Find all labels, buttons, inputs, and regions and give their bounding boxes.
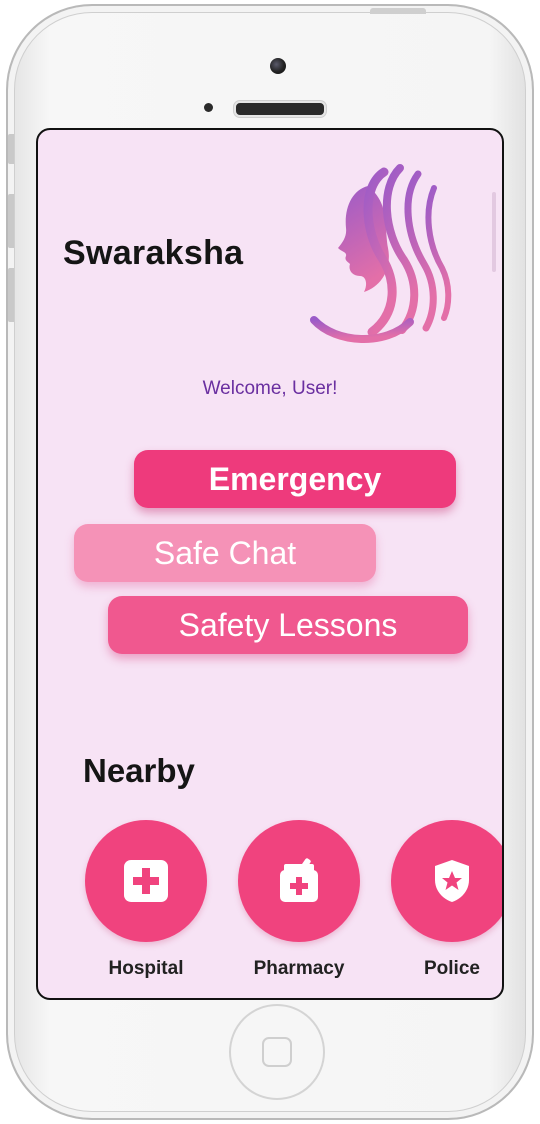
volume-down-button [8, 268, 14, 322]
nearby-label: Pharmacy [253, 958, 345, 979]
nearby-label: Police [424, 958, 480, 979]
volume-up-button [8, 194, 14, 248]
proximity-sensor [204, 103, 213, 112]
mute-switch [8, 134, 14, 164]
nearby-police[interactable]: Police [391, 820, 502, 980]
welcome-message: Welcome, User! [202, 378, 338, 399]
nearby-label: Hospital [108, 958, 184, 979]
earpiece-speaker [234, 101, 326, 117]
safety-lessons-button[interactable]: Safety Lessons [108, 596, 468, 654]
front-camera [270, 58, 286, 74]
home-button[interactable] [229, 1004, 325, 1100]
home-square-icon [262, 1037, 292, 1067]
scrollbar[interactable] [492, 192, 496, 272]
power-button [370, 8, 426, 14]
nearby-hospital[interactable]: Hospital [85, 820, 207, 980]
app-title: Swaraksha [63, 234, 244, 272]
pharmacy-circle[interactable] [238, 820, 360, 942]
nearby-heading: Nearby [83, 752, 195, 789]
hospital-circle[interactable] [85, 820, 207, 942]
police-shield-icon [435, 860, 469, 902]
hospital-cross-icon [124, 860, 168, 902]
safe-chat-button[interactable]: Safe Chat [74, 524, 376, 582]
woman-profile-logo-icon [310, 164, 452, 343]
pharmacy-mortar-icon [280, 858, 318, 902]
emergency-button[interactable]: Emergency [134, 450, 456, 508]
police-circle[interactable] [391, 820, 502, 942]
app-screen: Swaraksha Welcome, User! Emergency Safe … [36, 128, 504, 1000]
nearby-pharmacy[interactable]: Pharmacy [238, 820, 360, 980]
